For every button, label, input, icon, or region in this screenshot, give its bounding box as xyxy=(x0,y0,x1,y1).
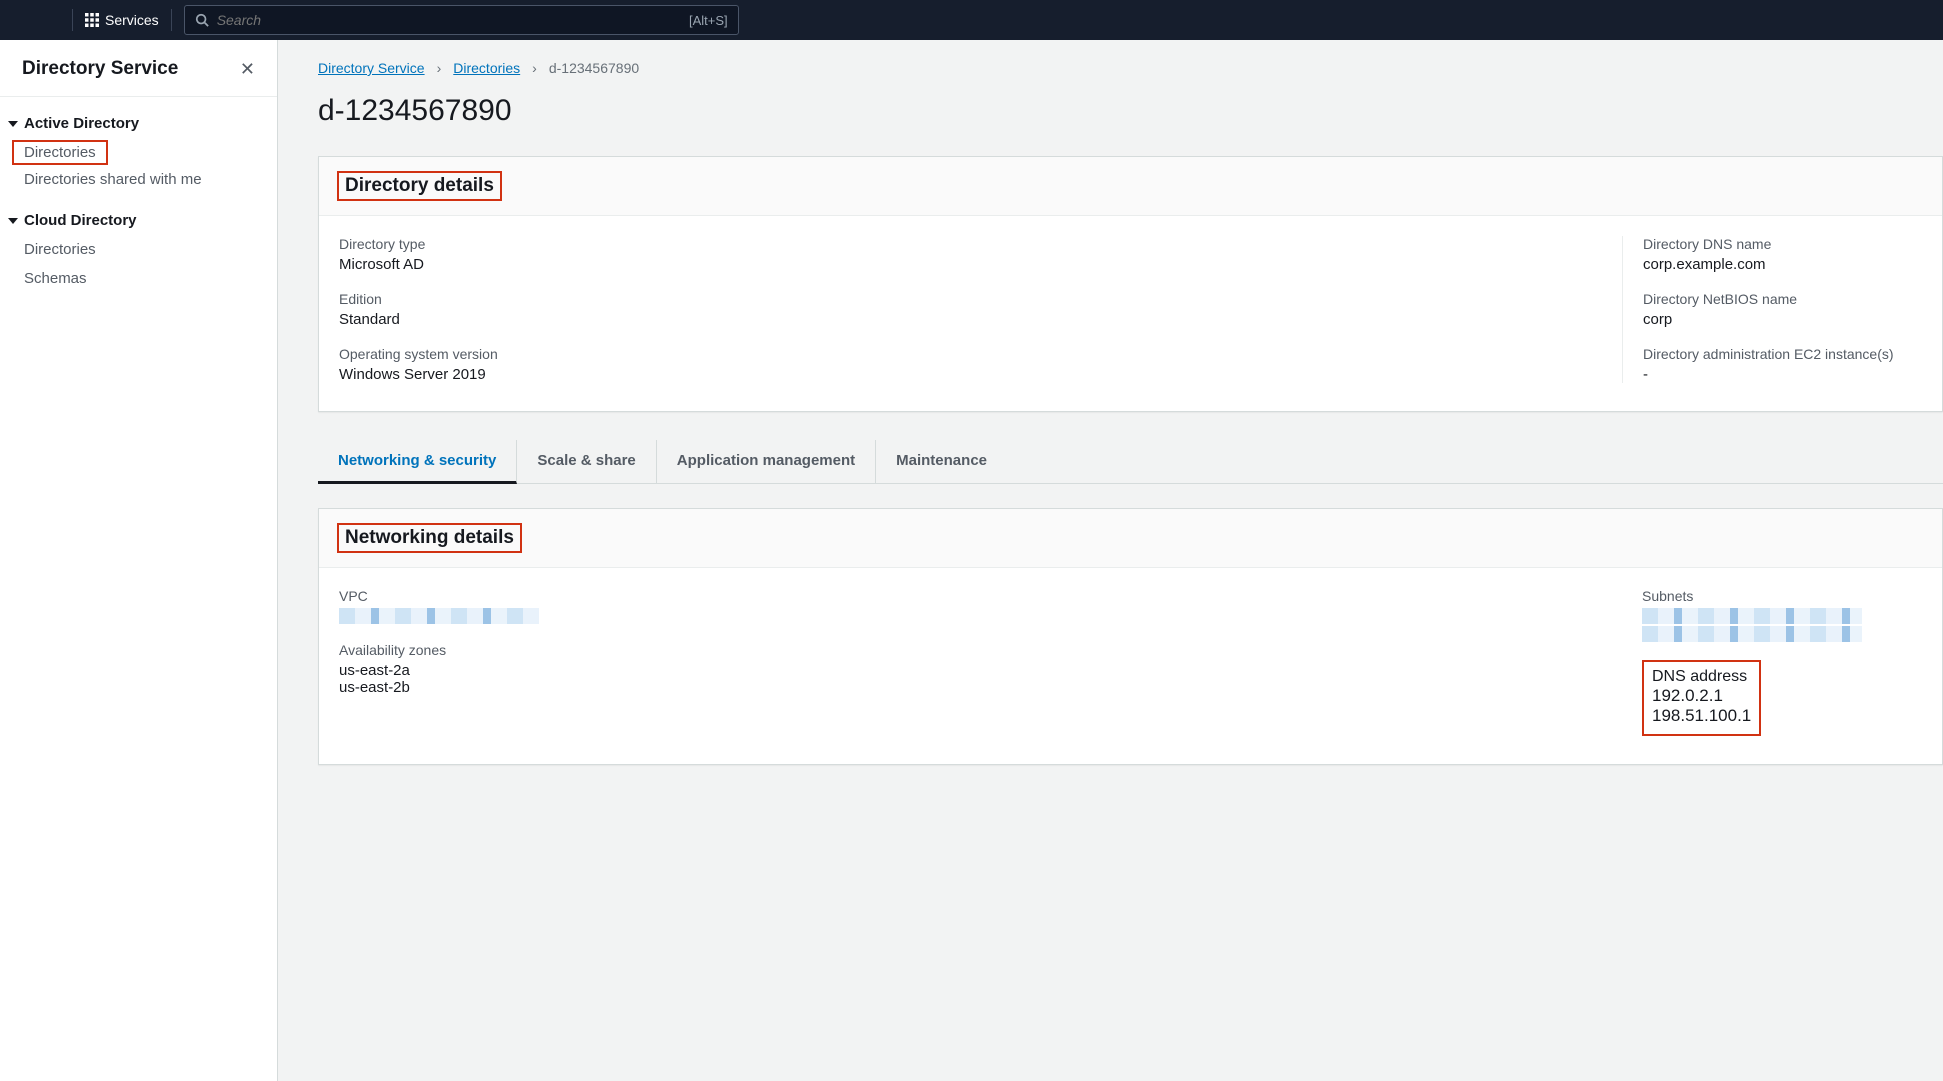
sidebar-group-cloud-directory[interactable]: Cloud Directory xyxy=(0,212,277,235)
sidebar-title: Directory Service xyxy=(22,58,178,80)
breadcrumb-current: d-1234567890 xyxy=(549,60,639,76)
field-label: Directory DNS name xyxy=(1643,236,1922,252)
panel-heading-directory-details: Directory details xyxy=(337,171,502,201)
search-shortcut: [Alt+S] xyxy=(689,13,728,28)
search-icon xyxy=(195,13,209,27)
search-input[interactable] xyxy=(217,12,681,28)
tab-networking-security[interactable]: Networking & security xyxy=(318,440,517,484)
networking-details-panel: Networking details VPC Availability zone… xyxy=(318,508,1943,765)
field-value-ec2-instances: - xyxy=(1643,366,1922,383)
field-value-az: us-east-2b xyxy=(339,679,1622,696)
field-label: Directory type xyxy=(339,236,1622,252)
main-content: Directory Service › Directories › d-1234… xyxy=(278,40,1943,1081)
services-menu[interactable]: Services xyxy=(85,12,159,28)
nav-divider xyxy=(72,9,73,31)
field-label: VPC xyxy=(339,588,1622,604)
field-value-dns: 192.0.2.1 xyxy=(1652,686,1751,706)
redacted-value xyxy=(339,608,539,624)
caret-down-icon xyxy=(8,218,18,224)
field-label: Edition xyxy=(339,291,1622,307)
chevron-right-icon: › xyxy=(437,60,442,76)
sidebar-group-active-directory[interactable]: Active Directory xyxy=(0,115,277,138)
tab-scale-share[interactable]: Scale & share xyxy=(517,440,656,483)
close-icon[interactable]: ✕ xyxy=(240,60,255,78)
top-nav: Services [Alt+S] xyxy=(0,0,1943,40)
chevron-right-icon: › xyxy=(532,60,537,76)
grid-icon xyxy=(85,13,99,27)
panel-heading-networking-details: Networking details xyxy=(337,523,522,553)
field-value-edition: Standard xyxy=(339,311,1622,328)
tabs: Networking & security Scale & share Appl… xyxy=(318,440,1943,484)
field-value-os-version: Windows Server 2019 xyxy=(339,366,1622,383)
field-label: Operating system version xyxy=(339,346,1622,362)
field-value-az: us-east-2a xyxy=(339,662,1622,679)
dns-address-highlight: DNS address 192.0.2.1 198.51.100.1 xyxy=(1642,660,1761,736)
sidebar-item-schemas[interactable]: Schemas xyxy=(0,264,277,293)
tab-application-management[interactable]: Application management xyxy=(657,440,876,483)
nav-divider xyxy=(171,9,172,31)
group-label: Cloud Directory xyxy=(24,212,137,229)
directory-details-panel: Directory details Directory type Microso… xyxy=(318,156,1943,412)
field-label: DNS address xyxy=(1652,668,1751,686)
field-label: Directory administration EC2 instance(s) xyxy=(1643,346,1922,362)
sidebar-item-directories[interactable]: Directories xyxy=(12,140,108,165)
breadcrumb-link-service[interactable]: Directory Service xyxy=(318,60,425,76)
caret-down-icon xyxy=(8,121,18,127)
breadcrumb-link-directories[interactable]: Directories xyxy=(453,60,520,76)
sidebar: Directory Service ✕ Active Directory Dir… xyxy=(0,40,278,1081)
breadcrumb: Directory Service › Directories › d-1234… xyxy=(318,56,1943,84)
field-label: Availability zones xyxy=(339,642,1622,658)
field-value-dns-name: corp.example.com xyxy=(1643,256,1922,273)
field-value-dns: 198.51.100.1 xyxy=(1652,706,1751,726)
group-label: Active Directory xyxy=(24,115,139,132)
field-value-directory-type: Microsoft AD xyxy=(339,256,1622,273)
services-label: Services xyxy=(105,12,159,28)
sidebar-item-directories-shared[interactable]: Directories shared with me xyxy=(0,165,277,194)
page-title: d-1234567890 xyxy=(318,94,1943,128)
sidebar-item-cloud-directories[interactable]: Directories xyxy=(0,235,277,264)
redacted-value xyxy=(1642,626,1862,642)
field-label: Directory NetBIOS name xyxy=(1643,291,1922,307)
field-value-netbios-name: corp xyxy=(1643,311,1922,328)
tab-maintenance[interactable]: Maintenance xyxy=(876,440,1007,483)
field-label: Subnets xyxy=(1642,588,1922,604)
search-container[interactable]: [Alt+S] xyxy=(184,5,739,35)
redacted-value xyxy=(1642,608,1862,624)
